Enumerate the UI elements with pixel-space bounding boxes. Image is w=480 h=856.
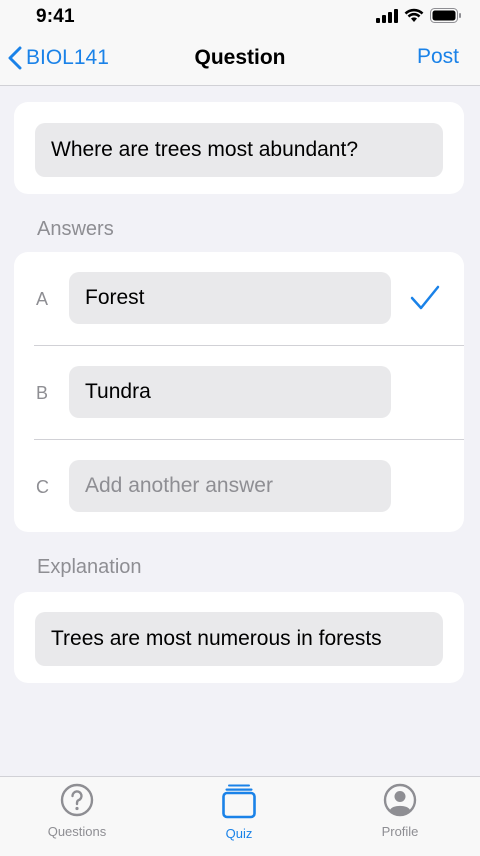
answer-text-a: Forest	[85, 286, 145, 309]
explanation-section-label: Explanation	[37, 556, 142, 578]
add-answer-field[interactable]: Add another answer	[69, 460, 391, 512]
explanation-card: Trees are most numerous in forests	[14, 592, 464, 683]
page-title: Question	[194, 46, 286, 69]
question-circle-icon	[60, 783, 94, 817]
status-icons	[376, 8, 462, 23]
battery-icon	[430, 8, 461, 23]
tab-quiz[interactable]: Quiz	[179, 783, 299, 841]
wifi-icon	[404, 8, 424, 22]
navigation-bar: BIOL141 Question Post	[0, 34, 480, 86]
answer-field-a[interactable]: Forest	[69, 272, 391, 324]
add-answer-placeholder: Add another answer	[85, 474, 273, 497]
answer-divider	[34, 345, 464, 346]
tab-profile-label: Profile	[381, 824, 419, 839]
card-stack-icon	[222, 784, 256, 819]
cellular-signal-icon	[376, 8, 398, 23]
question-text: Where are trees most abundant?	[51, 138, 359, 161]
explanation-field[interactable]: Trees are most numerous in forests	[35, 612, 443, 666]
question-field[interactable]: Where are trees most abundant?	[35, 123, 443, 177]
answer-letter-c: C	[36, 477, 49, 497]
answer-field-b[interactable]: Tundra	[69, 366, 391, 418]
tab-bar: Questions Quiz Profile	[0, 776, 480, 856]
tab-quiz-label: Quiz	[225, 826, 253, 841]
status-time: 9:41	[36, 6, 75, 27]
answer-letter-b: B	[36, 383, 49, 403]
answer-divider	[34, 439, 464, 440]
explanation-text: Trees are most numerous in forests	[51, 627, 382, 650]
post-button[interactable]: Post	[417, 45, 459, 69]
status-bar: 9:41	[0, 0, 480, 34]
tab-questions-label: Questions	[47, 824, 107, 839]
tab-questions[interactable]: Questions	[17, 783, 137, 839]
answer-text-b: Tundra	[85, 380, 151, 403]
answers-card: A Forest B Tundra C Add another answer	[14, 252, 464, 532]
tab-profile[interactable]: Profile	[340, 783, 460, 839]
answers-section-label: Answers	[37, 218, 114, 240]
answer-letter-a: A	[36, 289, 49, 309]
checkmark-icon[interactable]	[410, 285, 440, 311]
person-circle-icon	[383, 783, 417, 817]
question-card: Where are trees most abundant?	[14, 102, 464, 194]
